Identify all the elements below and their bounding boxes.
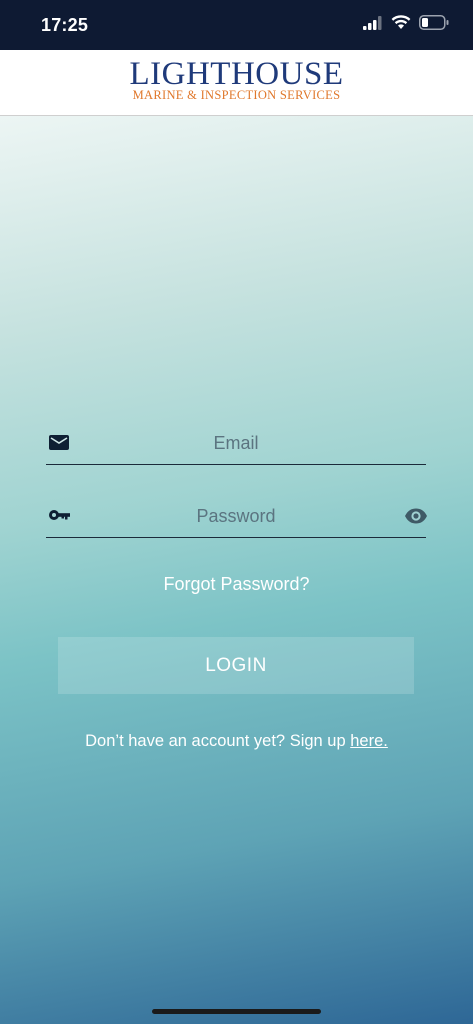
battery-icon — [419, 15, 449, 30]
status-bar: 17:25 — [0, 0, 473, 50]
login-button[interactable]: LOGIN — [58, 637, 414, 694]
app-header: LIGHTHOUSE MARINE & INSPECTION SERVICES — [0, 50, 473, 116]
key-icon — [49, 510, 70, 520]
forgot-password-link[interactable]: Forgot Password? — [0, 574, 473, 595]
brand-subtitle: MARINE & INSPECTION SERVICES — [132, 88, 341, 102]
signup-prompt: Don’t have an account yet? Sign up here. — [0, 732, 473, 751]
login-screen: 17:25 LIGHTHOUSE MARINE & INSPECTION SER… — [0, 0, 473, 1024]
status-time: 17:25 — [41, 15, 89, 35]
password-input[interactable] — [76, 497, 396, 535]
password-field — [46, 497, 428, 538]
email-field — [46, 424, 426, 465]
eye-icon[interactable] — [404, 506, 428, 526]
signup-link[interactable]: here. — [350, 732, 388, 750]
email-input[interactable] — [76, 424, 396, 462]
brand-title: LIGHTHOUSE — [129, 56, 344, 92]
home-indicator[interactable] — [152, 1009, 321, 1014]
wifi-icon — [391, 15, 411, 29]
cellular-signal-icon — [363, 15, 382, 30]
mail-icon — [49, 435, 69, 450]
status-icons — [363, 15, 449, 30]
signup-text: Don’t have an account yet? Sign up — [85, 732, 351, 750]
